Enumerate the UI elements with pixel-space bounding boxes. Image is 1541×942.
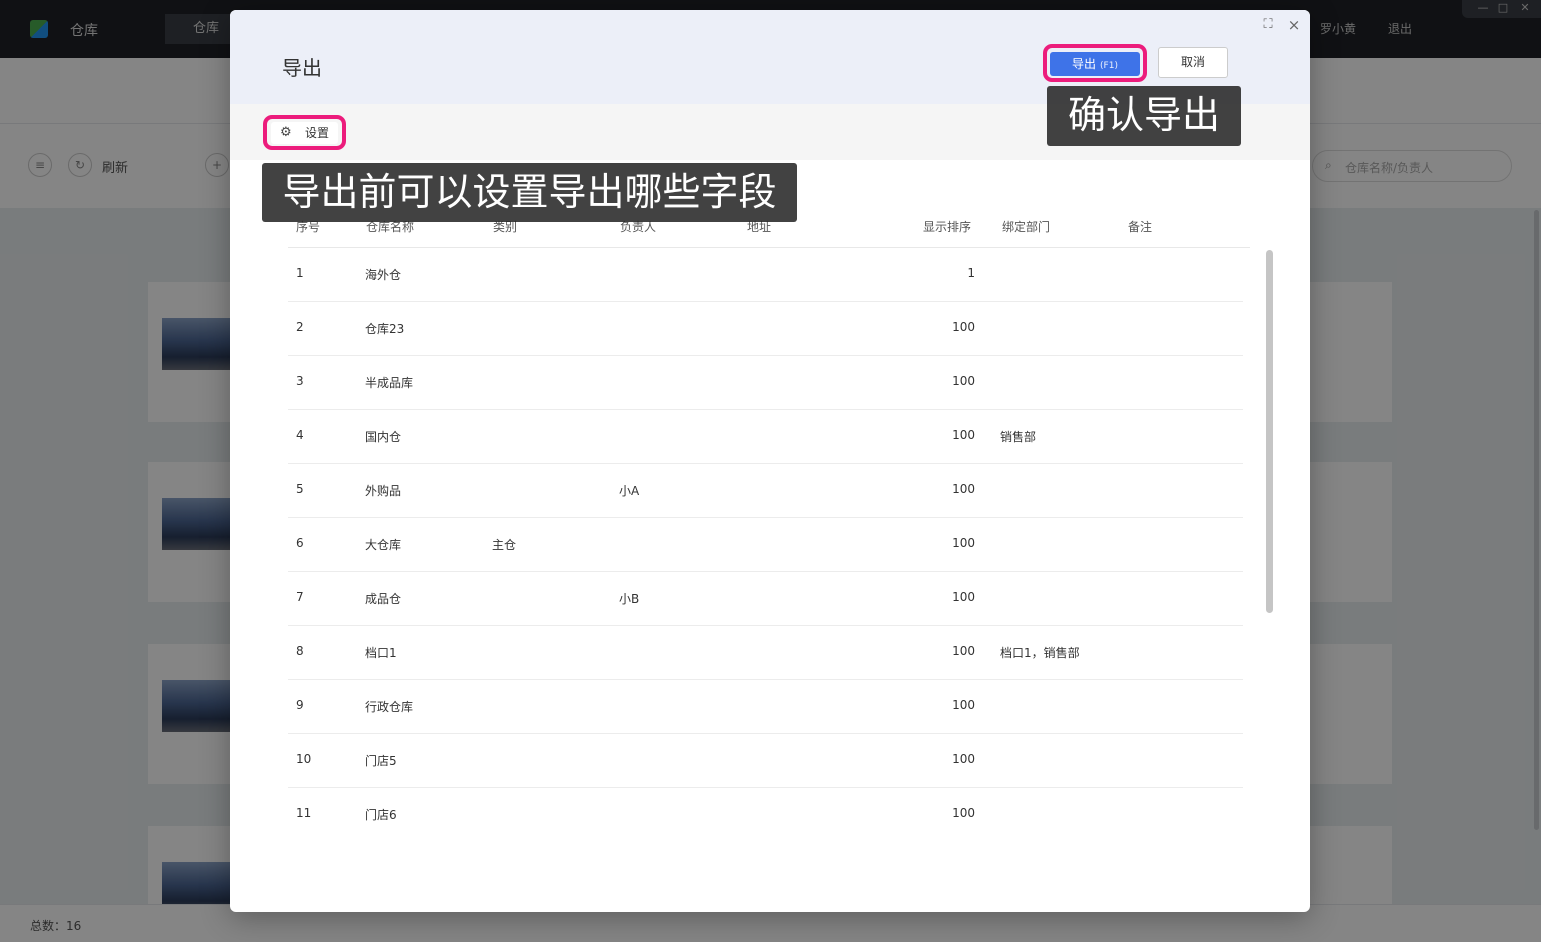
table-row[interactable]: 6 大仓库 主仓 100: [288, 518, 1243, 572]
table-row[interactable]: 7 成品仓 小B 100: [288, 572, 1243, 626]
cell-no: 4: [296, 428, 304, 442]
cell-no: 10: [296, 752, 312, 766]
cell-order: 100: [952, 320, 975, 334]
cell-manager: 小B: [619, 592, 640, 606]
table-row[interactable]: 4 国内仓 100 销售部: [288, 410, 1243, 464]
cell-no: 6: [296, 536, 304, 550]
confirm-export-callout: 确认导出: [1047, 86, 1241, 146]
cell-order: 100: [952, 752, 975, 766]
close-icon[interactable]: ×: [1286, 17, 1302, 33]
cell-order: 100: [952, 374, 975, 388]
cell-order: 100: [952, 698, 975, 712]
table-scrollbar[interactable]: [1266, 250, 1273, 613]
cell-name: 门店6: [365, 808, 397, 822]
column-header[interactable]: 绑定部门: [1002, 218, 1050, 235]
cell-no: 3: [296, 374, 304, 388]
settings-label: 设置: [305, 126, 330, 140]
cell-no: 1: [296, 266, 304, 280]
table-row[interactable]: 5 外购品 小A 100: [288, 464, 1243, 518]
cell-name: 海外仓: [365, 268, 402, 282]
cell-no: 9: [296, 698, 304, 712]
table-row[interactable]: 10 门店5 100: [288, 734, 1243, 788]
cell-name: 大仓库: [365, 538, 402, 552]
modal-title: 导出: [282, 56, 322, 80]
gear-icon: ⚙: [280, 125, 292, 140]
cell-name: 行政仓库: [365, 700, 414, 714]
export-button[interactable]: 导出 (F1): [1050, 52, 1140, 76]
cell-dept: 档口1，销售部: [1000, 646, 1080, 660]
expand-icon[interactable]: ⛶: [1260, 17, 1276, 33]
table-row[interactable]: 11 门店6 100: [288, 788, 1243, 842]
cell-order: 100: [952, 428, 975, 442]
cell-name: 成品仓: [365, 592, 402, 606]
column-header[interactable]: 备注: [1128, 218, 1152, 235]
cell-order: 100: [952, 644, 975, 658]
cancel-button[interactable]: 取消: [1158, 47, 1228, 78]
cell-no: 11: [296, 806, 312, 820]
cell-no: 5: [296, 482, 304, 496]
cell-order: 100: [952, 482, 975, 496]
cell-no: 7: [296, 590, 304, 604]
cell-dept: 销售部: [1000, 430, 1037, 444]
cell-order: 100: [952, 536, 975, 550]
cell-order: 100: [952, 590, 975, 604]
settings-hint-callout: 导出前可以设置导出哪些字段: [262, 163, 797, 222]
cell-name: 半成品库: [365, 376, 414, 390]
table-body: 1 海外仓 1 2 仓库23 100 3 半成品库 100 4 国内仓 100 …: [288, 248, 1243, 848]
cell-manager: 小A: [619, 484, 640, 498]
cell-name: 外购品: [365, 484, 402, 498]
cell-name: 国内仓: [365, 430, 402, 444]
cell-category: 主仓: [492, 538, 517, 552]
table-row[interactable]: 8 档口1 100 档口1，销售部: [288, 626, 1243, 680]
cell-name: 档口1: [365, 646, 397, 660]
table-row[interactable]: 3 半成品库 100: [288, 356, 1243, 410]
settings-button[interactable]: ⚙ 设置: [271, 122, 338, 144]
export-button-label: 导出: [1072, 57, 1097, 71]
cell-no: 2: [296, 320, 304, 334]
cell-name: 仓库23: [365, 322, 405, 336]
table-row[interactable]: 9 行政仓库 100: [288, 680, 1243, 734]
cell-name: 门店5: [365, 754, 397, 768]
cell-no: 8: [296, 644, 304, 658]
table-row[interactable]: 1 海外仓 1: [288, 248, 1243, 302]
export-hotkey: (F1): [1100, 61, 1118, 71]
table-row[interactable]: 2 仓库23 100: [288, 302, 1243, 356]
column-header[interactable]: 显示排序: [923, 218, 971, 235]
cell-order: 100: [952, 806, 975, 820]
cell-order: 1: [967, 266, 975, 280]
